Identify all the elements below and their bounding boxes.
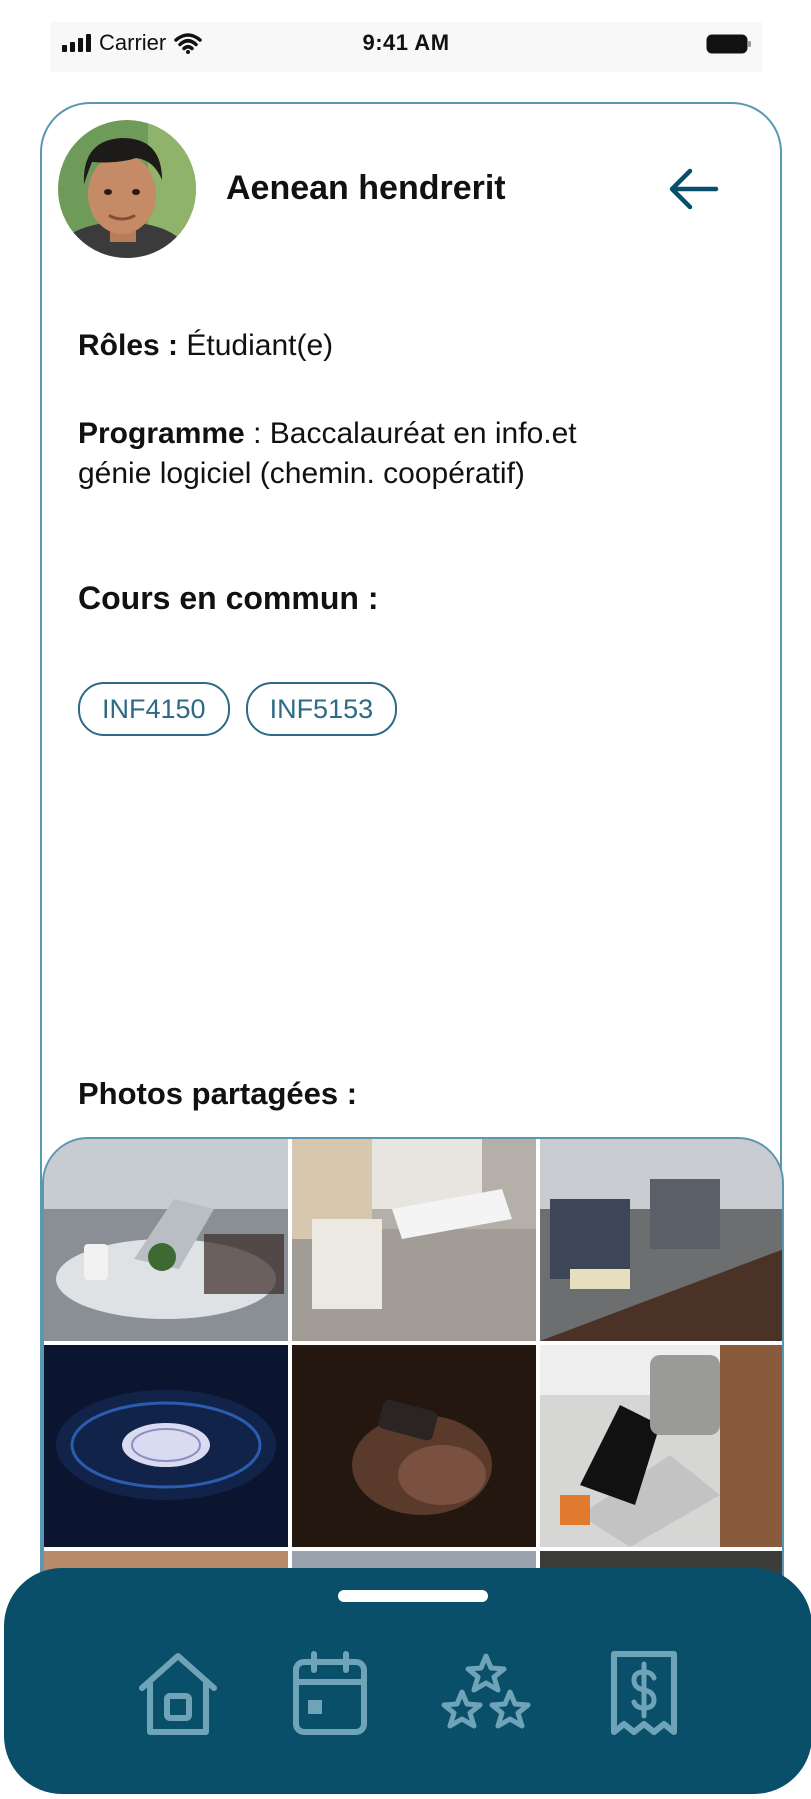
program-separator: : — [244, 417, 262, 450]
calendar-icon — [293, 1651, 367, 1735]
wifi-icon — [174, 33, 202, 54]
avatar — [58, 120, 196, 258]
nav-stars-button[interactable] — [438, 1648, 531, 1740]
clock: 9:41 AM — [362, 30, 450, 55]
nav-calendar-button[interactable] — [286, 1648, 374, 1740]
photo-thumbnail[interactable] — [292, 1345, 536, 1547]
photo-grid — [42, 1137, 784, 1581]
nav-payments-button[interactable] — [600, 1648, 688, 1740]
status-left: Carrier — [62, 30, 202, 56]
stars-icon — [441, 1653, 531, 1729]
photo-thumbnail[interactable] — [540, 1139, 782, 1341]
roles-label: Rôles : — [78, 329, 179, 362]
receipt-dollar-icon — [611, 1651, 677, 1735]
course-chip[interactable]: INF4150 — [78, 682, 230, 736]
photo-thumbnail[interactable] — [292, 1139, 536, 1341]
program-value-line1: Baccalauréat en info.et — [269, 417, 577, 450]
back-button[interactable] — [666, 164, 722, 214]
course-chip[interactable]: INF5153 — [245, 682, 398, 736]
carrier-label: Carrier — [99, 30, 167, 55]
photo-thumbnail[interactable] — [44, 1139, 288, 1341]
program-value-line2: génie logiciel (chemin. coopératif) — [78, 457, 525, 490]
signal-icon — [62, 34, 91, 52]
roles-row: Rôles : Étudiant(e) — [78, 326, 333, 366]
photos-title: Photos partagées : — [78, 1076, 358, 1111]
courses-title: Cours en commun : — [78, 580, 379, 616]
roles-value: Étudiant(e) — [186, 329, 334, 362]
program-row: Programme : Baccalauréat en info.et géni… — [78, 414, 577, 494]
course-chips: INF4150 INF5153 — [78, 682, 398, 736]
status-bar: Carrier 9:41 AM — [50, 22, 762, 72]
arrow-left-icon — [669, 168, 719, 210]
home-icon — [139, 1653, 217, 1735]
bottom-nav — [4, 1568, 811, 1794]
home-indicator — [338, 1590, 488, 1602]
program-label: Programme — [78, 417, 245, 450]
profile-name: Aenean hendrerit — [226, 169, 506, 207]
photo-thumbnail[interactable] — [44, 1345, 288, 1547]
photo-thumbnail[interactable] — [540, 1345, 782, 1547]
battery-icon — [706, 32, 752, 61]
nav-home-button[interactable] — [134, 1648, 222, 1740]
